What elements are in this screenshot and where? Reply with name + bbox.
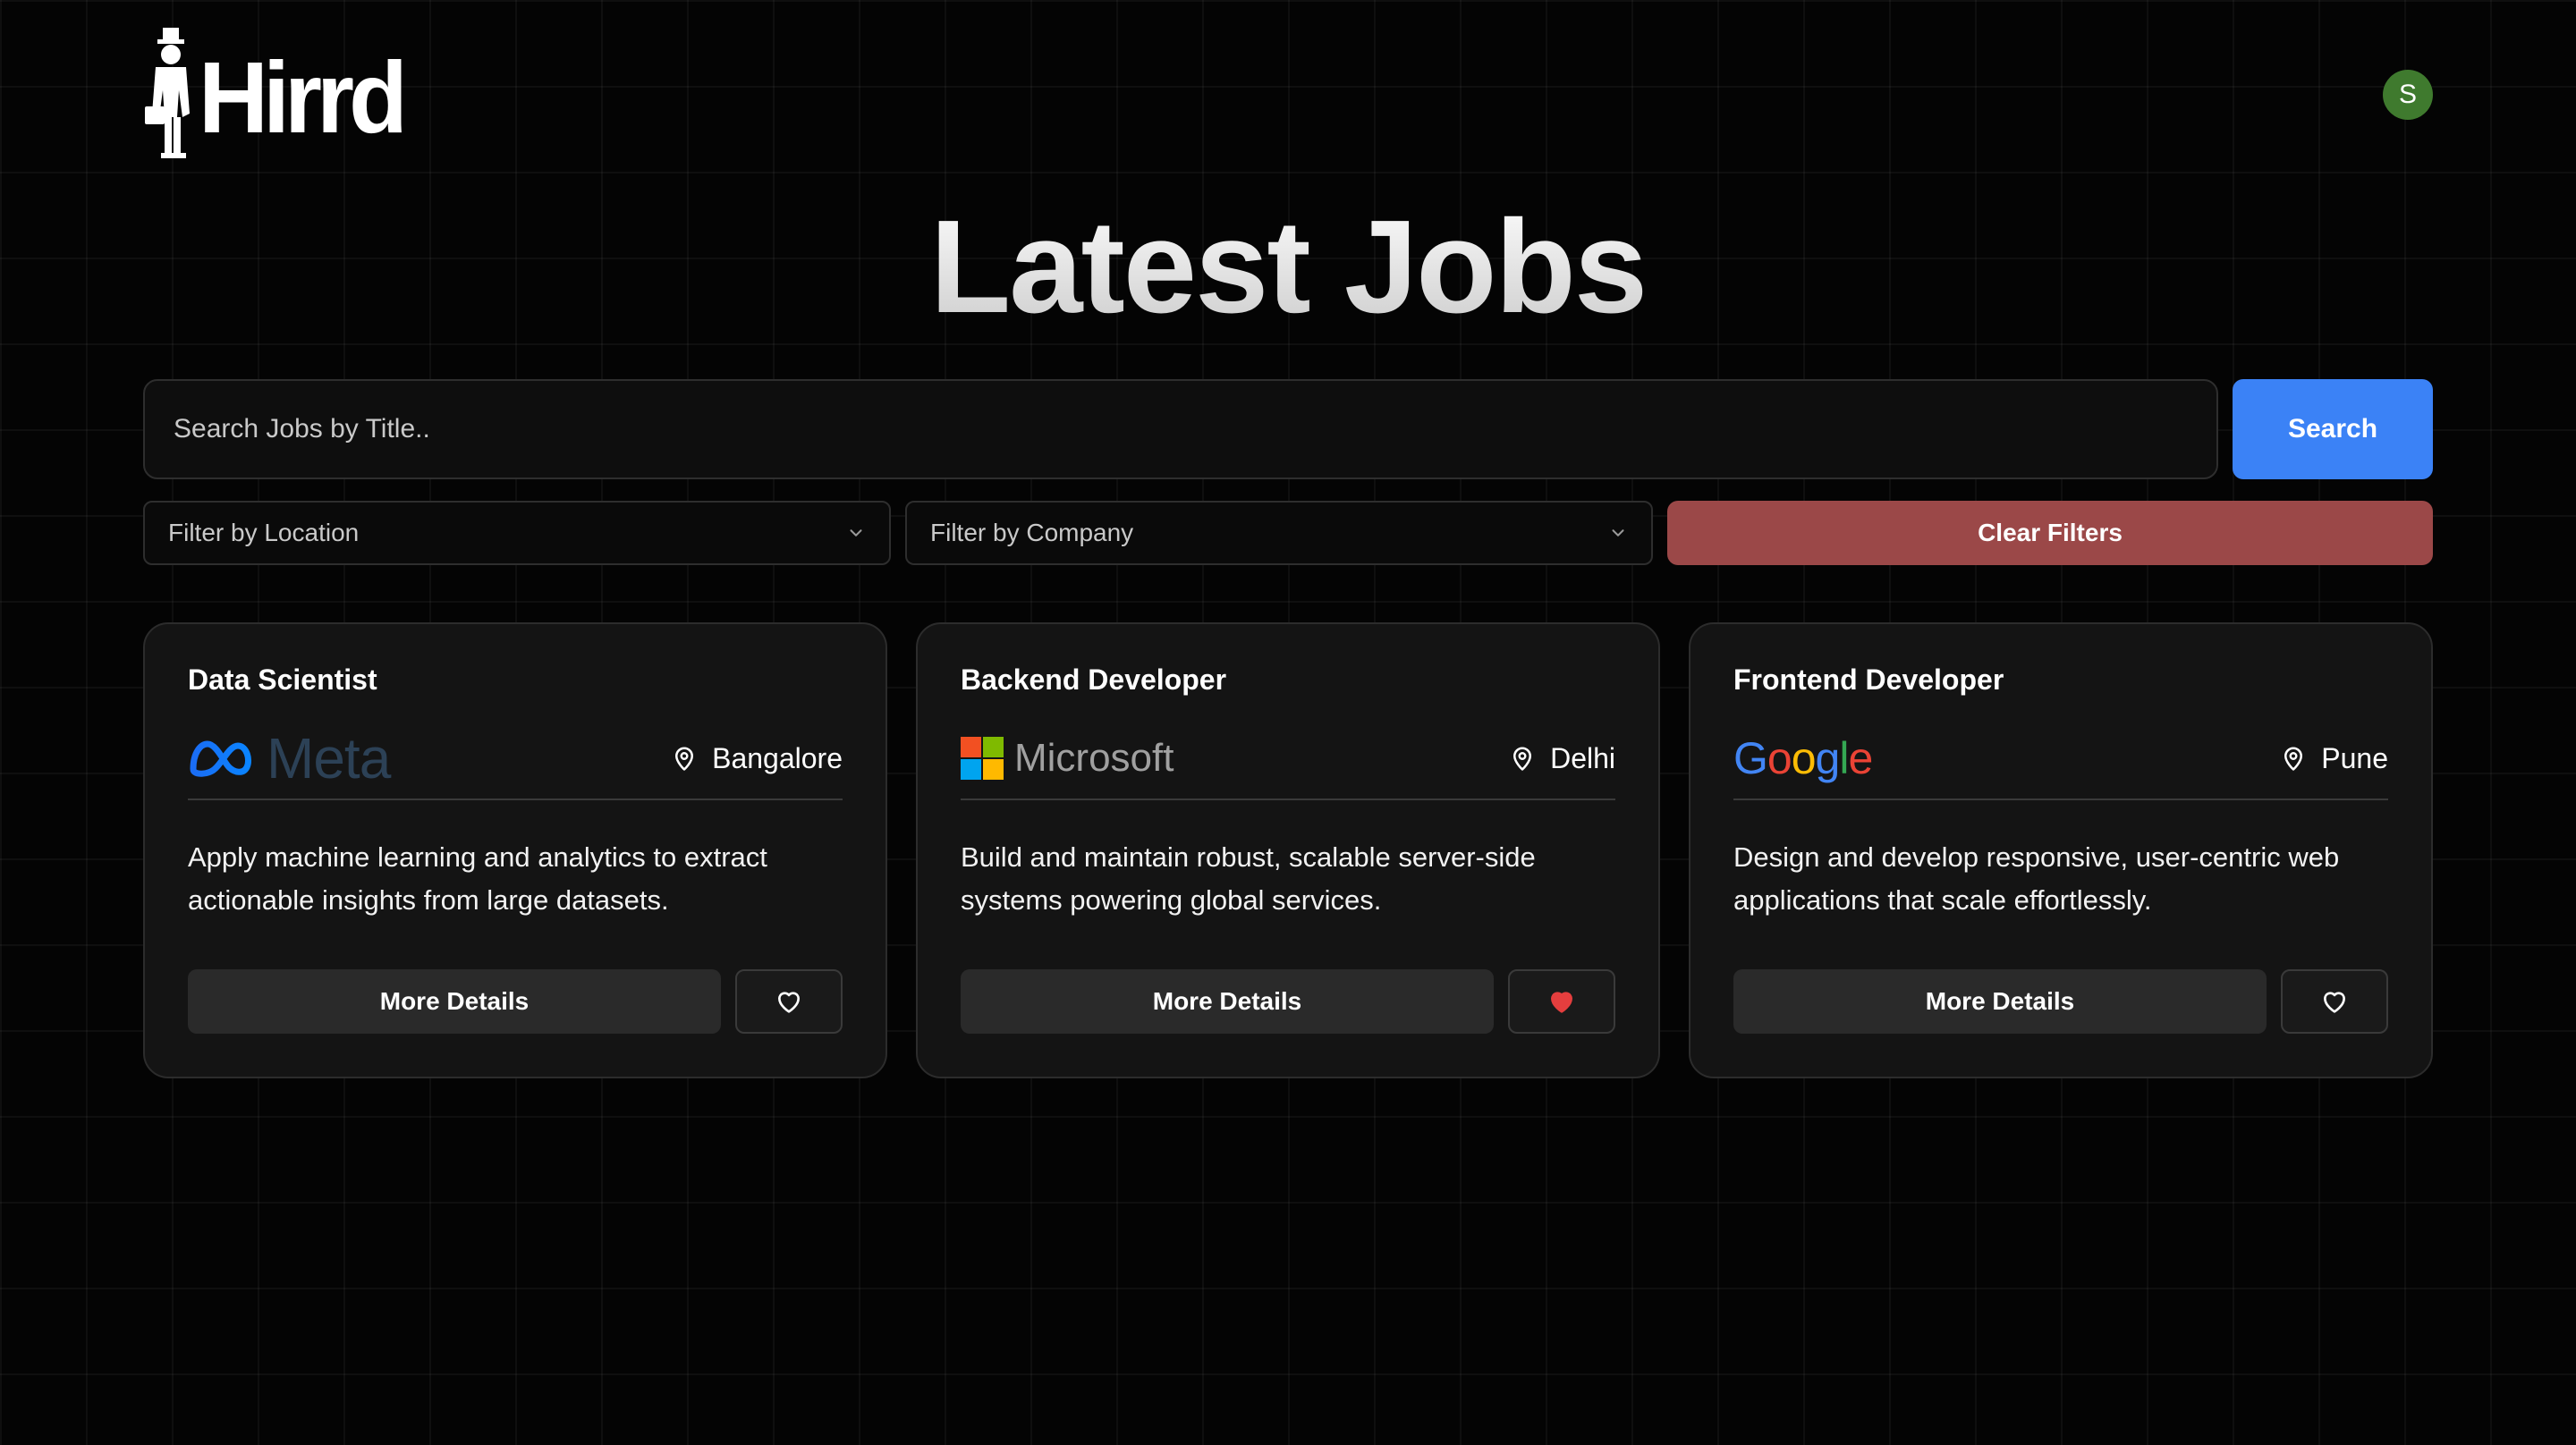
job-description: Build and maintain robust, scalable serv… bbox=[961, 841, 1536, 916]
search-input[interactable] bbox=[143, 379, 2218, 479]
job-location: Delhi bbox=[1509, 742, 1615, 775]
search-button[interactable]: Search bbox=[2233, 379, 2433, 479]
job-location: Pune bbox=[2280, 742, 2388, 775]
map-pin-icon bbox=[2284, 747, 2303, 771]
job-actions: More Details bbox=[1733, 969, 2388, 1034]
heart-filled-icon bbox=[1551, 992, 1572, 1013]
job-title: Data Scientist bbox=[188, 663, 377, 696]
map-pin-icon bbox=[1513, 747, 1532, 771]
job-location: Bangalore bbox=[671, 742, 843, 775]
job-actions: More Details bbox=[961, 969, 1615, 1034]
more-details-button[interactable]: More Details bbox=[1733, 969, 2267, 1034]
page-title: Latest Jobs bbox=[0, 188, 2576, 347]
map-pin-icon bbox=[675, 747, 694, 771]
heart-outline-icon bbox=[778, 992, 800, 1013]
job-meta: Meta Bangalore bbox=[188, 726, 843, 800]
more-details-button[interactable]: More Details bbox=[188, 969, 721, 1034]
job-card: Frontend Developer Google Pune Design an… bbox=[1689, 622, 2433, 1078]
clear-filters-button[interactable]: Clear Filters bbox=[1667, 501, 2433, 565]
meta-logo: Meta bbox=[188, 726, 391, 790]
location-text: Delhi bbox=[1550, 741, 1615, 774]
heart-outline-icon bbox=[2324, 992, 2345, 1013]
job-description: Design and develop responsive, user-cent… bbox=[1733, 841, 2340, 916]
company-filter-select[interactable]: Filter by Company bbox=[905, 501, 1653, 565]
location-filter-label: Filter by Location bbox=[168, 519, 360, 546]
company-name: Microsoft bbox=[1014, 736, 1174, 780]
job-actions: More Details bbox=[188, 969, 843, 1034]
chevron-down-icon bbox=[850, 529, 862, 537]
job-meta: Microsoft Delhi bbox=[961, 734, 1615, 800]
favorite-button-active[interactable] bbox=[1508, 969, 1615, 1034]
job-meta: Google Pune bbox=[1733, 733, 2388, 800]
job-title: Frontend Developer bbox=[1733, 663, 2004, 696]
location-text: Bangalore bbox=[712, 741, 843, 774]
chevron-down-icon bbox=[1612, 529, 1624, 537]
job-title: Backend Developer bbox=[961, 663, 1227, 696]
location-filter-select[interactable]: Filter by Location bbox=[143, 501, 891, 565]
job-list: Data Scientist Meta Bangalore Apply mach… bbox=[143, 622, 2433, 1078]
company-name: Meta bbox=[267, 726, 391, 790]
favorite-button[interactable] bbox=[735, 969, 843, 1034]
job-description: Apply machine learning and analytics to … bbox=[188, 841, 767, 916]
butler-icon bbox=[145, 28, 190, 158]
company-filter-label: Filter by Company bbox=[930, 519, 1134, 546]
search-bar: Search bbox=[143, 379, 2433, 479]
location-text: Pune bbox=[2321, 741, 2388, 774]
page: Hirrd S Latest Jobs Search Filter by Loc… bbox=[0, 0, 2576, 1445]
brand-logo[interactable]: Hirrd bbox=[143, 28, 408, 162]
microsoft-logo: Microsoft bbox=[961, 733, 1174, 783]
company-name: Google bbox=[1733, 733, 1873, 783]
header: Hirrd S bbox=[143, 23, 2433, 166]
google-logo: Google bbox=[1733, 733, 1873, 783]
microsoft-squares-icon bbox=[961, 737, 1004, 780]
filter-bar: Filter by Location Filter by Company Cle… bbox=[143, 501, 2433, 565]
job-card: Data Scientist Meta Bangalore Apply mach… bbox=[143, 622, 887, 1078]
brand-name: Hirrd bbox=[199, 39, 408, 154]
favorite-button[interactable] bbox=[2281, 969, 2388, 1034]
meta-infinity-icon bbox=[190, 740, 252, 777]
user-avatar[interactable]: S bbox=[2383, 70, 2433, 120]
more-details-button[interactable]: More Details bbox=[961, 969, 1494, 1034]
job-card: Backend Developer Microsoft Delhi Build bbox=[916, 622, 1660, 1078]
